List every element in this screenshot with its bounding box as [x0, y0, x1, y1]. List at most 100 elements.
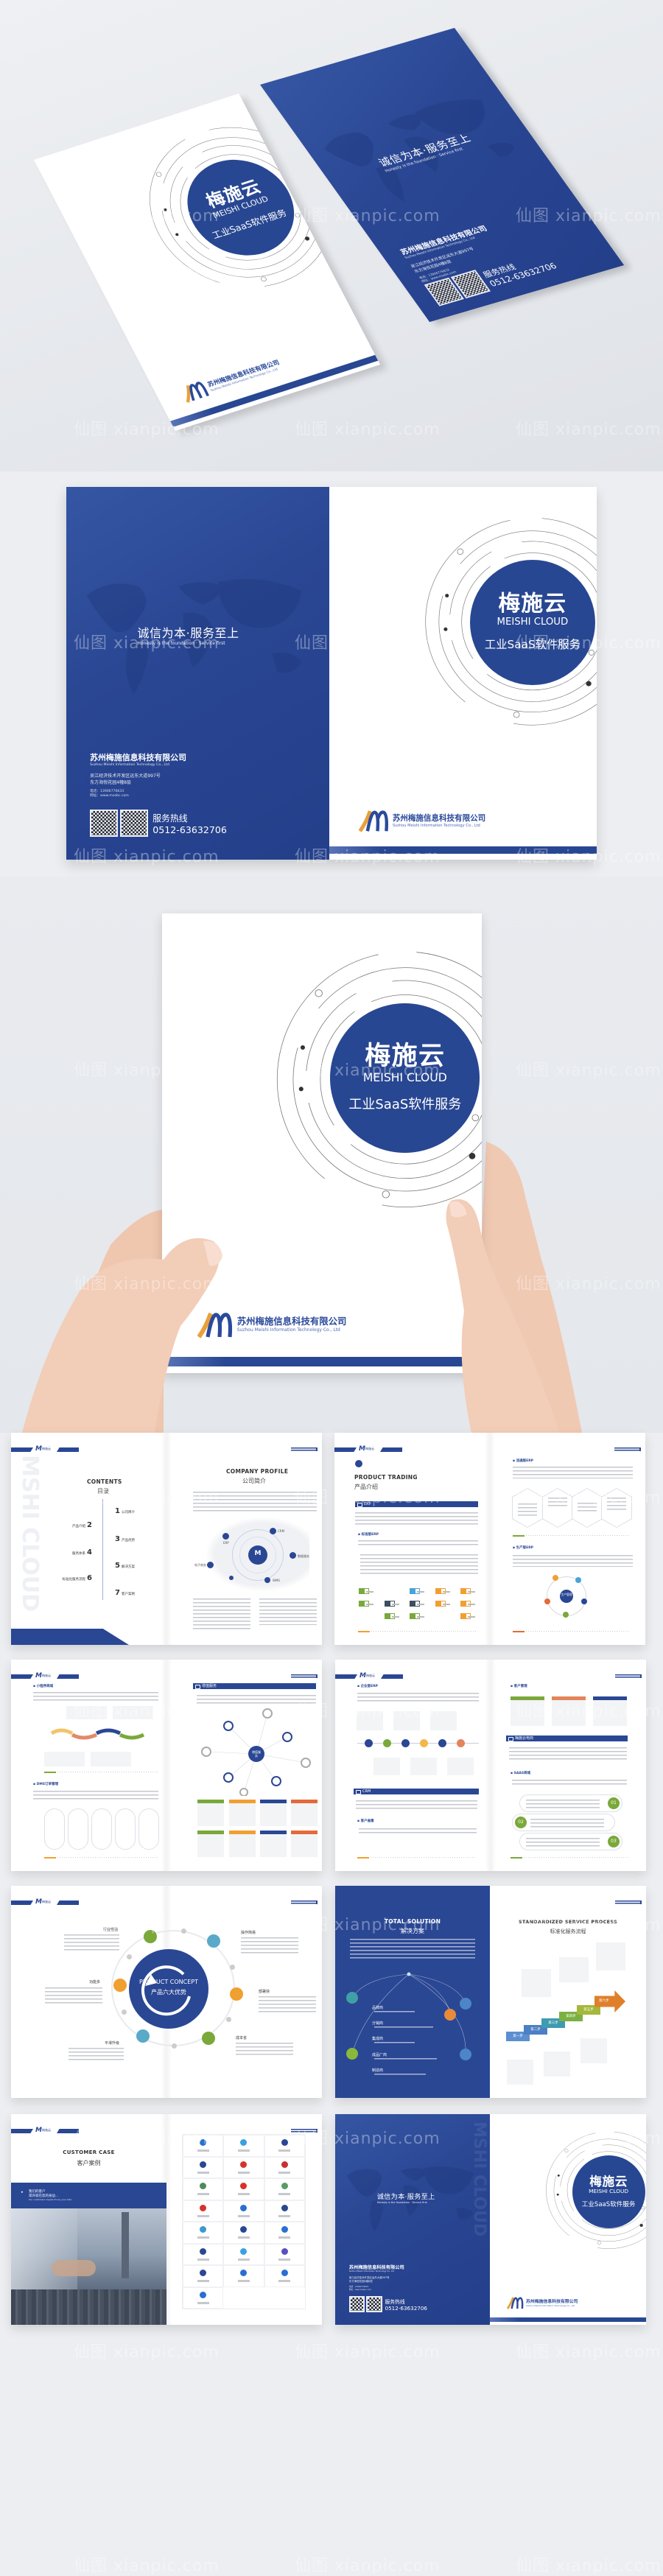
text-block — [357, 1693, 479, 1702]
erp-icon — [355, 1460, 362, 1467]
page-header-company — [614, 1447, 641, 1451]
contents-item[interactable]: 3 产品优势 — [115, 1535, 135, 1543]
page-header-company — [615, 1901, 642, 1904]
address-line-1: 吴江经济技术开发区运东大道997号 — [90, 773, 161, 779]
company-name: 苏州梅施信息科技有限公司 — [392, 813, 486, 823]
saas-step: 01 — [519, 1794, 622, 1812]
header-brand: 梅施云 — [366, 1900, 375, 1903]
profile-center-logo: M — [248, 1545, 267, 1565]
page-header-company — [615, 1674, 642, 1678]
client-logo — [264, 2243, 305, 2265]
logo-mark-icon — [200, 2139, 207, 2146]
page-header-logo: M 梅施云 — [335, 1898, 403, 1906]
cloud-icon — [230, 1987, 243, 2001]
client-logo — [183, 2178, 224, 2200]
spread-solution-process: M 梅施云 TOTAL SOLUTION 解决方案 品牌商 分销商 集成商 成品厂… — [335, 1886, 646, 2098]
m-logo-icon: M — [359, 1672, 366, 1680]
page-header-logo: M 梅施云 — [11, 1445, 79, 1453]
company-info: 苏州梅施信息科技有限公司 Suzhou Meishi Information T… — [90, 751, 186, 798]
text-block — [359, 1828, 477, 1836]
meishi-logo-icon — [507, 2297, 524, 2309]
client-logo — [183, 2265, 224, 2287]
watermark: 仙图 xianpic.com — [295, 2343, 441, 2362]
company-info: 苏州梅施信息科技有限公司 Suzhou Meishi Information T… — [349, 2264, 404, 2291]
spread-erp-crm-ecommerce: M梅施云 企业版ERP CRM 客户画像 客户管理 梅施云电商 SAAS商城 0… — [335, 1660, 646, 1871]
client-logo — [223, 2243, 264, 2265]
node-icon — [264, 1577, 270, 1583]
address-line-2: 东方海悦花园4幢8层 — [90, 780, 131, 786]
node-label: ERP — [223, 1541, 229, 1545]
customer-case-title: CUSTOMER CASE — [63, 2149, 115, 2155]
page-header-logo: M 梅施云 — [11, 1672, 79, 1680]
solution-item: 成品厂商 — [372, 2053, 387, 2057]
contents-item[interactable]: 7 客户案例 — [115, 1589, 135, 1597]
header-brand: 梅施云 — [42, 1447, 51, 1450]
logo-mark-icon — [200, 2270, 207, 2276]
brand-disk: 梅施云 MEISHI CLOUD 工业SaaS软件服务 — [469, 559, 595, 685]
brand-name-en: MEISHI CLOUD — [589, 2188, 629, 2195]
saas-mall-heading: SAAS商城 — [511, 1771, 530, 1775]
company-name-en: Suzhou Meishi Information Technology Co.… — [90, 763, 169, 768]
logo-mark-icon — [281, 2204, 288, 2211]
logo-mark-icon — [281, 2139, 288, 2146]
header-brand: 梅施云 — [42, 2128, 51, 2132]
front-cover: 梅施云 MEISHI CLOUD 工业SaaS软件服务 苏州梅施信息科技有限公司… — [329, 487, 597, 860]
client-logo — [183, 2156, 224, 2178]
logo-mark-icon — [240, 2247, 248, 2255]
page-header-logo: M 梅施云 — [11, 2127, 79, 2134]
company-name: 苏州梅施信息科技有限公司 — [90, 753, 186, 763]
page-header-company — [291, 1447, 318, 1451]
watermark: 仙图 xianpic.com — [74, 2557, 220, 2575]
front-cover-design: 梅施云 MEISHI CLOUD 工业SaaS软件服务 苏州梅施信息科技有限公司… — [329, 487, 597, 860]
node-label: 数据服务 — [298, 1554, 309, 1558]
concept-label: 功能多 — [89, 1980, 101, 1984]
header-brand: 梅施云 — [42, 1674, 51, 1677]
saas-step: 02 — [512, 1814, 615, 1831]
hands-front-graphic — [22, 1199, 560, 1433]
solution-title-cn: 解决方案 — [401, 1928, 424, 1934]
contents-item[interactable]: 产品介绍 2 — [66, 1521, 92, 1529]
page-header-company — [291, 1674, 318, 1678]
page-header-logo: M 梅施云 — [334, 1445, 402, 1453]
vertical-brand-mark: MSHI CLOUD — [17, 1455, 43, 1612]
meishi-logo-icon — [358, 810, 388, 832]
m-logo-icon: M — [35, 1445, 42, 1453]
contents-item[interactable]: 标准化服务流程 6 — [52, 1574, 92, 1582]
m-logo-icon: M — [359, 1445, 365, 1453]
client-logo — [264, 2200, 305, 2222]
text-block — [193, 1598, 250, 1629]
logo-mark-icon — [281, 2226, 288, 2233]
node-label: WMS — [273, 1579, 280, 1582]
dms-heading: DMS订单管理 — [33, 1782, 58, 1786]
contents-item[interactable]: 5 解决方案 — [115, 1562, 135, 1570]
node-icon — [229, 1576, 234, 1580]
hotline-label: 服务热线 — [385, 2298, 405, 2305]
logo-mark-icon — [240, 2139, 248, 2146]
page-header-logo: M 梅施云 — [335, 1672, 403, 1680]
text-block — [259, 1598, 317, 1625]
logo-mark-icon — [200, 2226, 207, 2233]
bottom-stripe — [490, 2317, 646, 2322]
slogan: 诚信为本·服务至上 Honesty is the foundation · Se… — [377, 2191, 435, 2204]
front-cover-design: 梅施云 MEISHI CLOUD 工业SaaS软件服务 苏州梅施信息科技有限公司… — [490, 2114, 646, 2325]
profile-title: COMPANY PROFILE — [226, 1468, 289, 1475]
grid-icon — [113, 1979, 127, 1992]
client-logo — [264, 2222, 305, 2244]
logo-mark-icon — [281, 2247, 288, 2255]
solution-item: 分销商 — [372, 2021, 384, 2026]
text-block — [360, 1554, 478, 1576]
front-cover: 梅施云 MEISHI CLOUD 工业SaaS软件服务 苏州梅施信息科技有限公司… — [490, 2114, 646, 2325]
spread-product-trading: M梅施云 PRODUCT TRADING 产品介绍 ERP 标准版ERP 流通版… — [334, 1433, 645, 1645]
contents-item[interactable]: 1 公司简介 — [115, 1507, 135, 1515]
website: 网址：www.msebc.com — [90, 794, 129, 799]
customer-profile-heading: 客户画像 — [357, 1819, 374, 1823]
logo-mark-icon — [240, 2226, 248, 2233]
contents-item[interactable]: 服务体系 4 — [66, 1548, 92, 1557]
product-title-cn: 产品介绍 — [354, 1484, 378, 1490]
mini-mall-heading: 小程序商城 — [33, 1684, 54, 1688]
spread-customer-case: M 梅施云 CUSTOMER CASE 客户案例 我们的客户 或许就在您的身边..… — [11, 2114, 322, 2325]
website: 网址：www.msebc.com — [348, 2288, 371, 2291]
text-block — [356, 1800, 477, 1809]
header-brand: 梅施云 — [366, 1674, 375, 1677]
client-logo — [264, 2135, 305, 2157]
